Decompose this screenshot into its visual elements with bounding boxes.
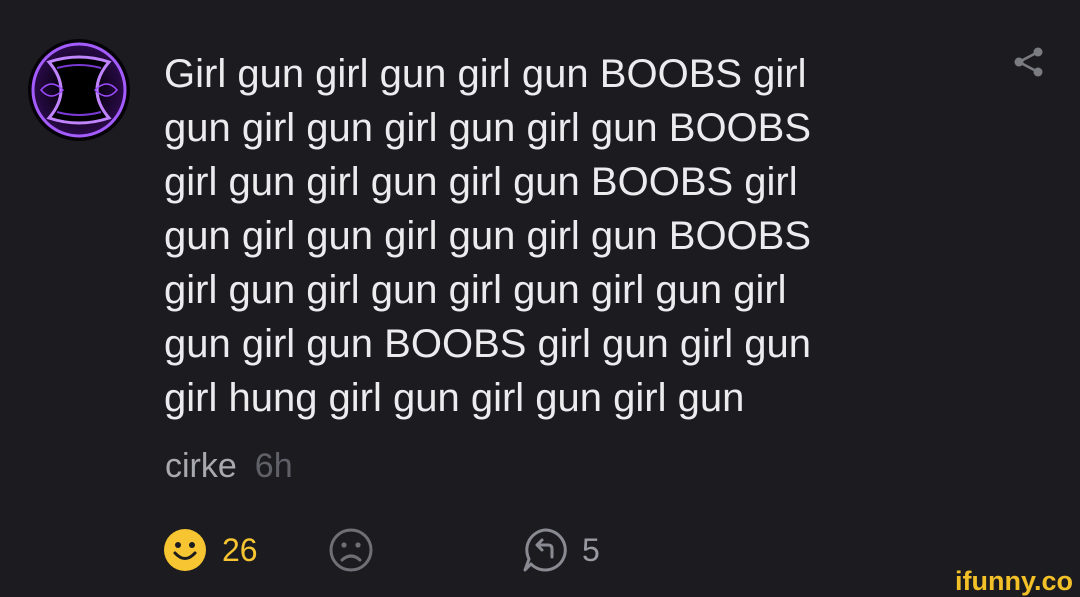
reply-button[interactable]: 5 (522, 527, 600, 573)
avatar[interactable] (27, 38, 131, 142)
timestamp: 6h (254, 447, 293, 485)
username[interactable]: cirke (165, 447, 237, 485)
smile-count: 26 (222, 532, 258, 568)
reply-count: 5 (582, 532, 600, 568)
ifunny-watermark: ifunny.co (955, 566, 1073, 596)
comment-meta: cirke 6h (165, 446, 293, 486)
smile-icon (164, 529, 206, 571)
smile-button[interactable]: 26 (162, 527, 258, 573)
frown-icon (329, 528, 373, 572)
unsmile-button[interactable] (328, 527, 374, 573)
comment-text: Girl gun girl gun girl gun BOOBS girl gu… (164, 52, 812, 420)
reply-icon (523, 528, 567, 572)
share-icon[interactable] (1010, 44, 1046, 80)
comment-actions: 26 5 (0, 520, 1080, 580)
